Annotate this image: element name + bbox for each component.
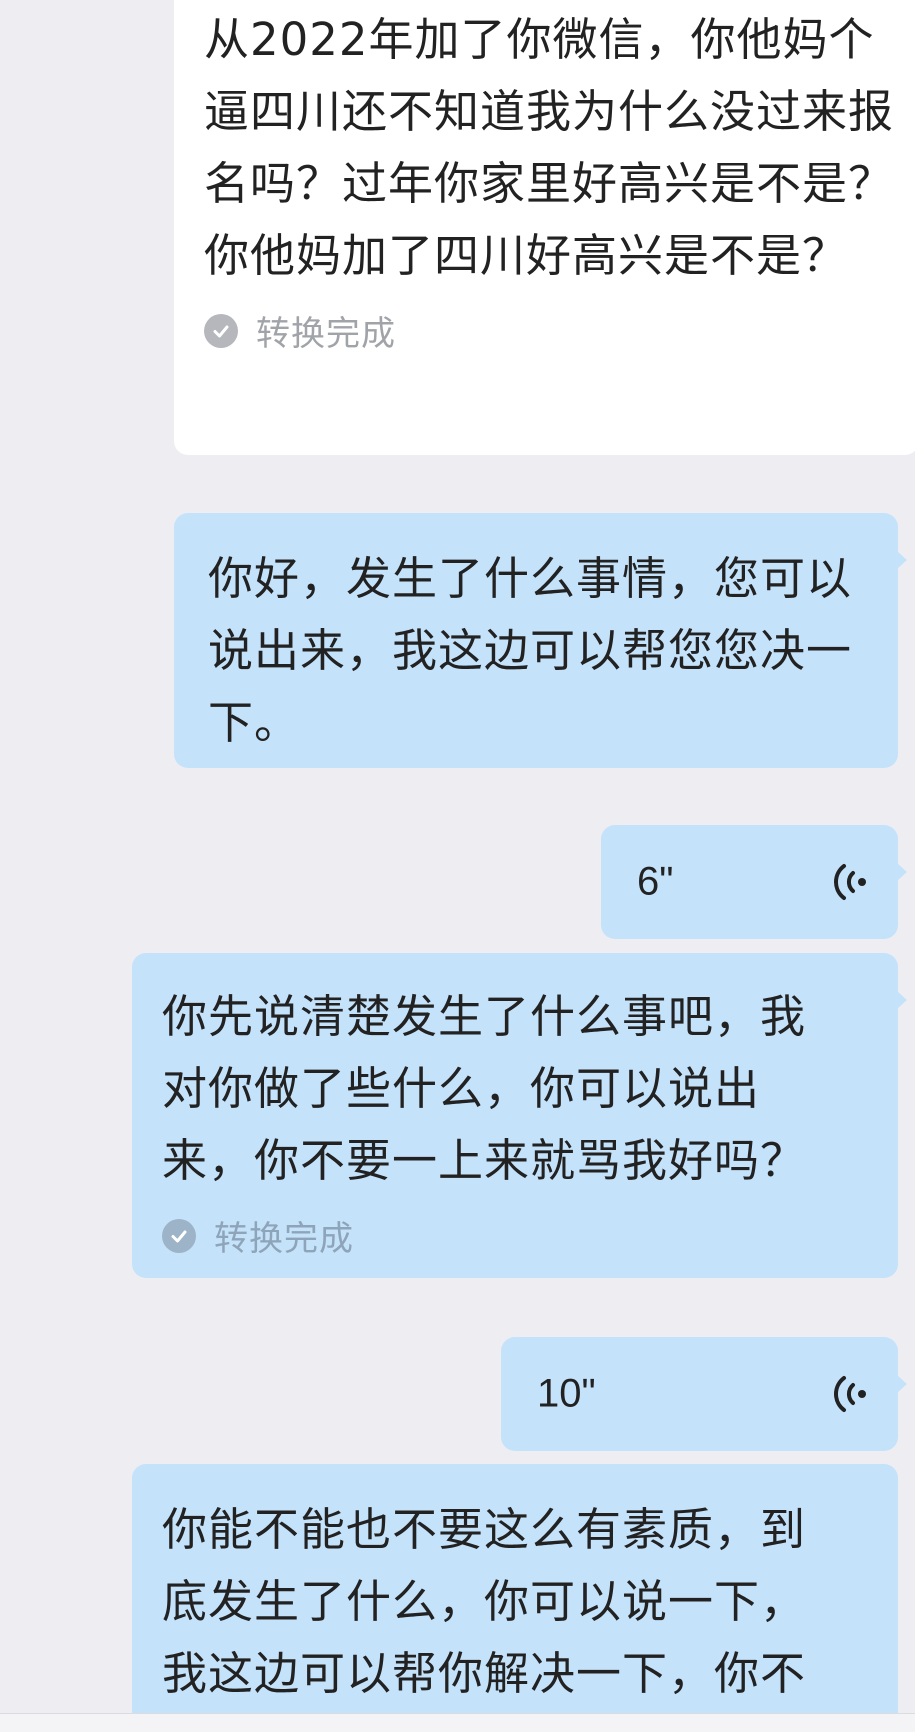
voice-wave-icon xyxy=(834,1376,866,1412)
message-text: 从2022年加了你微信，你他妈个逼四川还不知道我为什么没过来报名吗？过年你家里好… xyxy=(204,13,895,282)
message-text: 你先说清楚发生了什么事吧，我对你做了些什么，你可以说出来，你不要一上来就骂我好吗… xyxy=(162,990,807,1187)
outgoing-message-bubble[interactable]: 你能不能也不要这么有素质，到底发生了什么，你可以说一下，我这边可以帮你解决一下，… xyxy=(132,1464,898,1732)
voice-message-bubble[interactable]: 10" xyxy=(501,1337,907,1451)
message-text: 你好，发生了什么事情，您可以说出来，我这边可以帮您您决一下。 xyxy=(208,552,853,749)
transcription-status: 转换完成 xyxy=(162,1211,838,1260)
bottom-edge xyxy=(0,1713,915,1732)
outgoing-message-bubble[interactable]: 你好，发生了什么事情，您可以说出来，我这边可以帮您您决一下。 xyxy=(174,513,907,768)
status-label: 转换完成 xyxy=(256,314,396,354)
check-circle-icon xyxy=(162,1218,196,1253)
voice-duration: 6" xyxy=(637,859,674,904)
transcription-status: 转换完成 xyxy=(204,306,895,355)
status-label: 转换完成 xyxy=(214,1219,354,1259)
incoming-message-bubble[interactable]: 从2022年加了你微信，你他妈个逼四川还不知道我为什么没过来报名吗？过年你家里好… xyxy=(174,0,915,455)
check-circle-icon xyxy=(204,313,238,348)
voice-message-bubble[interactable]: 6" xyxy=(601,825,907,939)
message-text: 你能不能也不要这么有素质，到底发生了什么，你可以说一下，我这边可以帮你解决一下，… xyxy=(162,1503,807,1700)
outgoing-message-bubble[interactable]: 你先说清楚发生了什么事吧，我对你做了些什么，你可以说出来，你不要一上来就骂我好吗… xyxy=(132,953,907,1278)
voice-duration: 10" xyxy=(537,1371,596,1416)
voice-wave-icon xyxy=(834,864,866,900)
